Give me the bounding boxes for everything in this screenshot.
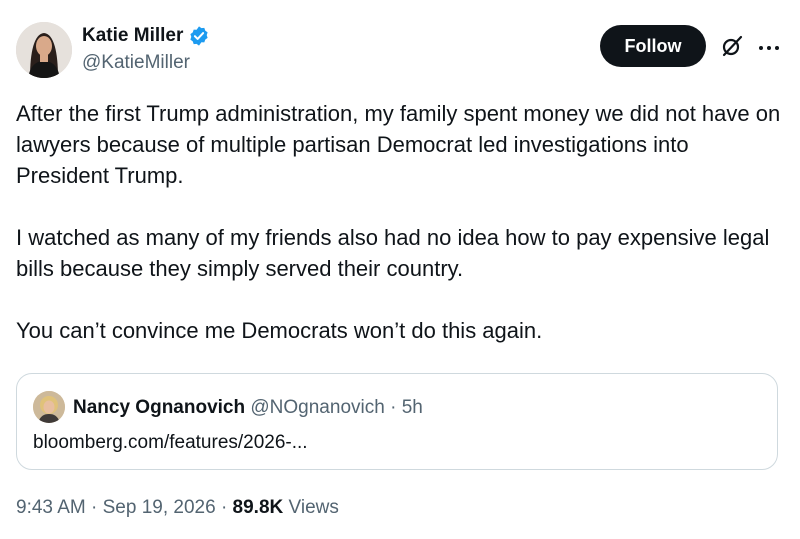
grok-slash-icon[interactable] — [720, 34, 744, 58]
views-label: Views — [288, 497, 339, 518]
author-avatar[interactable] — [16, 22, 72, 78]
quoted-author-avatar[interactable] — [33, 391, 65, 423]
meta-separator: · — [91, 497, 98, 518]
meta-separator: · — [220, 497, 228, 518]
quoted-tweet[interactable]: Nancy Ognanovich @NOgnanovich · 5h bloom… — [16, 373, 778, 470]
quoted-link-text: bloomberg.com/features/2026-... — [33, 432, 308, 453]
tweet-meta: 9:43 AM · Sep 19, 2026 · 89.8K Views — [16, 496, 339, 520]
quoted-author-name: Nancy Ognanovich — [73, 397, 246, 418]
more-horizontal-icon[interactable] — [758, 40, 780, 50]
author-name[interactable]: Katie Miller — [82, 24, 183, 48]
verified-badge-icon — [188, 25, 210, 47]
follow-button[interactable]: Follow — [600, 25, 706, 67]
quoted-header: Nancy Ognanovich @NOgnanovich · 5h — [73, 396, 423, 420]
tweet-time[interactable]: 9:43 AM — [16, 497, 86, 518]
views-count: 89.8K — [232, 497, 284, 518]
quoted-timestamp[interactable]: 5h — [402, 397, 423, 418]
tweet-text: After the first Trump administration, my… — [16, 101, 781, 343]
author-info: Katie Miller @KatieMiller — [82, 24, 210, 75]
author-handle[interactable]: @KatieMiller — [82, 51, 210, 75]
tweet-header: Katie Miller @KatieMiller Follow — [16, 22, 784, 82]
quoted-separator: · — [390, 397, 397, 418]
tweet-date[interactable]: Sep 19, 2026 — [103, 497, 216, 518]
quoted-author-handle: @NOgnanovich — [250, 397, 385, 418]
